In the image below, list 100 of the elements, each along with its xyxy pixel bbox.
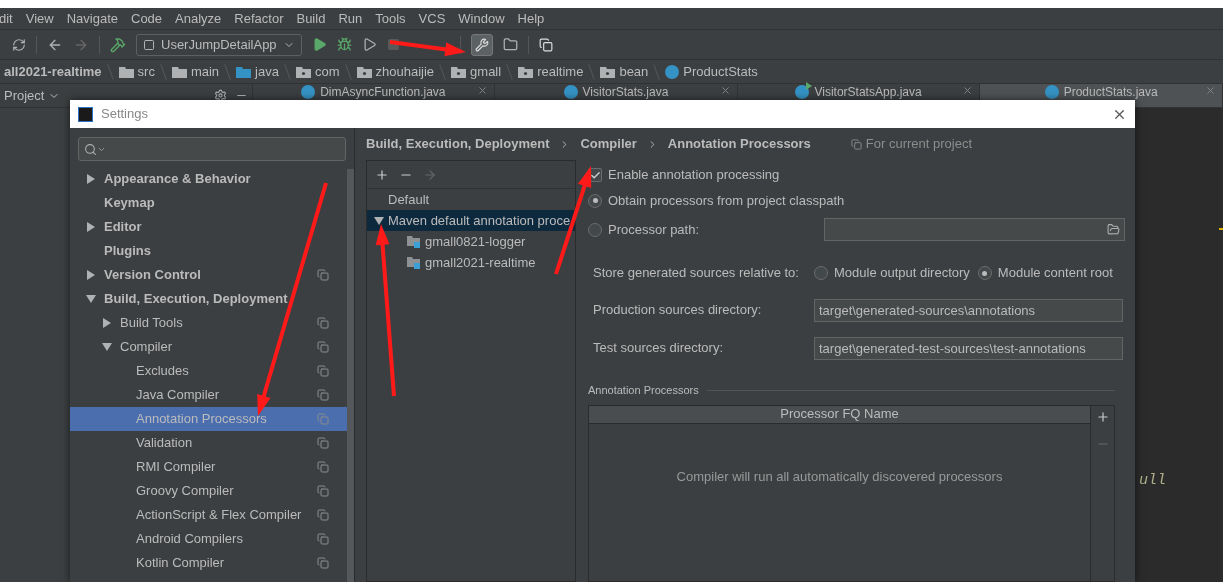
tree-item-label: Kotlin Compiler <box>136 554 226 573</box>
empty-table-text: Compiler will run all automatically discovered processors <box>676 467 1003 486</box>
bug-icon[interactable] <box>336 37 352 52</box>
add-icon[interactable] <box>1095 409 1110 424</box>
run-configuration-dropdown[interactable]: UserJumpDetailApp <box>136 33 302 56</box>
breadcrumb-item[interactable]: bean <box>619 61 649 82</box>
settings-tree-item[interactable]: Version Control <box>70 263 347 287</box>
tree-item-label: Build Tools <box>120 314 184 333</box>
breadcrumb-item[interactable]: ProductStats <box>683 61 758 82</box>
close-icon[interactable] <box>962 85 974 96</box>
window-icon <box>143 38 155 51</box>
close-icon[interactable] <box>719 85 731 96</box>
settings-tree-item[interactable]: Keymap <box>70 191 347 215</box>
radio-button[interactable] <box>814 266 828 280</box>
project-panel-title[interactable]: Project <box>4 85 45 106</box>
checkbox-label: Enable annotation processing <box>608 166 780 185</box>
breadcrumb-item[interactable]: com <box>314 61 340 82</box>
menu-item[interactable]: dit <box>0 8 13 29</box>
tree-item-label: Version Control <box>104 266 202 285</box>
profile-item[interactable]: Default <box>367 189 575 210</box>
menu-item[interactable]: VCS <box>418 8 446 29</box>
menu-item[interactable]: Tools <box>375 8 406 29</box>
column-header[interactable]: Processor FQ Name <box>589 405 1090 424</box>
settings-tree-item[interactable]: Plugins <box>70 239 347 263</box>
class-icon <box>1044 85 1059 99</box>
tree-item-label: Build, Execution, Deployment <box>104 290 289 309</box>
tree-item-label: Annotation Processors <box>136 410 268 429</box>
profile-item[interactable]: Maven default annotation proce <box>367 210 575 231</box>
settings-tree-item[interactable]: Excludes <box>70 359 347 383</box>
folder-icon[interactable] <box>1107 223 1120 236</box>
settings-tree-item[interactable]: Appearance & Behavior <box>70 167 347 191</box>
directory-field[interactable]: target\generated-sources\annotations <box>814 298 1123 322</box>
menu-item[interactable]: Run <box>338 8 363 29</box>
warning-marker <box>1219 228 1223 230</box>
expanded-arrow-icon[interactable] <box>86 294 96 304</box>
menu-item[interactable]: Analyze <box>175 8 222 29</box>
directory-field[interactable]: target\generated-test-sources\test-annotations <box>814 336 1123 360</box>
settings-tree-item[interactable]: Kotlin Compiler <box>70 551 347 575</box>
run-icon[interactable] <box>311 37 327 52</box>
radio-button[interactable] <box>588 222 602 237</box>
menu-item[interactable]: Build <box>296 8 326 29</box>
breadcrumb-item[interactable]: all2021-realtime <box>4 61 102 82</box>
settings-tree-item[interactable]: Groovy Compiler <box>70 479 347 503</box>
path-label: Annotation Processors <box>667 135 811 154</box>
breadcrumb-item[interactable]: gmall <box>470 61 502 82</box>
runnable-class-icon <box>795 85 810 99</box>
tree-item-label: Android Compilers <box>136 530 244 549</box>
module-item[interactable]: gmall2021-realtime <box>425 252 536 273</box>
scrollbar[interactable] <box>347 169 354 582</box>
tree-item-label: Compiler <box>120 338 173 357</box>
menu-item[interactable]: Navigate <box>66 8 118 29</box>
radio-button[interactable] <box>588 193 602 208</box>
project-structure-icon[interactable] <box>502 37 518 52</box>
folder-icon <box>118 65 134 78</box>
tree-item-label: Plugins <box>104 242 152 261</box>
settings-tree-item[interactable]: Android Compilers <box>70 527 347 551</box>
settings-tree-item[interactable]: ActionScript & Flex Compiler <box>70 503 347 527</box>
search-field[interactable] <box>78 137 346 161</box>
processor-path-field[interactable] <box>824 218 1125 241</box>
tool-window-icon[interactable] <box>538 37 553 52</box>
breadcrumb-item[interactable]: src <box>137 61 155 82</box>
module-item[interactable]: gmall0821-logger <box>425 231 526 252</box>
settings-tree-item[interactable]: Editor <box>70 215 347 239</box>
package-icon <box>356 65 372 78</box>
settings-tree-item[interactable]: Build Tools <box>70 311 347 335</box>
add-icon[interactable] <box>375 167 389 182</box>
section-title: Annotation Processors <box>588 383 699 398</box>
package-icon <box>518 65 534 78</box>
collapsed-arrow-icon[interactable] <box>86 270 96 280</box>
tree-item-label: Excludes <box>136 362 190 381</box>
settings-tree-item[interactable]: RMI Compiler <box>70 455 347 479</box>
menu-item[interactable]: View <box>25 8 54 29</box>
breadcrumb-item[interactable]: main <box>190 61 220 82</box>
settings-tree-item[interactable]: Validation <box>70 431 347 455</box>
hammer-icon[interactable] <box>110 36 126 53</box>
collapsed-arrow-icon[interactable] <box>102 318 112 328</box>
expanded-arrow-icon[interactable] <box>373 215 384 226</box>
radio-button[interactable] <box>977 266 992 280</box>
menu-item[interactable]: Help <box>517 8 545 29</box>
tree-item-label: ActionScript & Flex Compiler <box>136 506 303 525</box>
collapsed-arrow-icon[interactable] <box>86 222 96 232</box>
collapsed-arrow-icon[interactable] <box>86 174 96 184</box>
breadcrumb-item[interactable]: zhouhaijie <box>375 61 435 82</box>
menu-item[interactable]: Code <box>131 8 163 29</box>
package-icon <box>451 65 467 78</box>
settings-icon[interactable] <box>213 89 227 102</box>
settings-button[interactable] <box>470 33 493 56</box>
close-icon[interactable] <box>477 85 489 96</box>
sync-icon[interactable] <box>12 37 26 52</box>
expanded-arrow-icon[interactable] <box>102 342 112 352</box>
breadcrumb-item[interactable]: realtime <box>537 61 584 82</box>
settings-tree-item[interactable]: Java Compiler <box>70 383 347 407</box>
tree-item-label: Groovy Compiler <box>136 482 235 501</box>
breadcrumb-item[interactable]: java <box>255 61 279 82</box>
menu-item[interactable]: Window <box>458 8 505 29</box>
menu-item[interactable]: Refactor <box>234 8 284 29</box>
settings-tree-item[interactable]: Build, Execution, Deployment <box>70 287 347 311</box>
settings-tree-item[interactable]: Compiler <box>70 335 347 359</box>
package-icon <box>600 65 616 78</box>
radio-label: Processor path: <box>608 220 701 239</box>
